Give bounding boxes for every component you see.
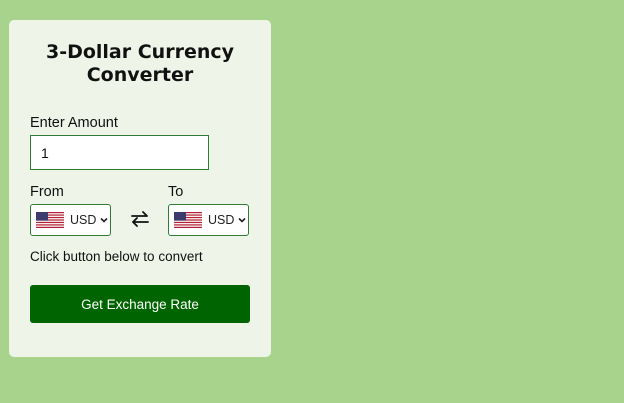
to-label: To (168, 184, 184, 200)
from-currency-code: USD (70, 213, 97, 227)
from-currency-select[interactable]: USD (30, 204, 111, 236)
us-flag-icon (36, 212, 64, 228)
converter-card: 3-Dollar Currency Converter Enter Amount… (9, 20, 271, 357)
to-currency-select[interactable]: USD (168, 204, 249, 236)
amount-input[interactable] (30, 135, 209, 170)
from-label: From (30, 184, 64, 200)
us-flag-icon (174, 212, 202, 228)
chevron-down-icon (238, 217, 246, 223)
swap-arrows-icon[interactable] (130, 209, 150, 229)
chevron-down-icon (100, 217, 108, 223)
page-title: 3-Dollar Currency Converter (45, 41, 235, 86)
get-exchange-rate-button[interactable]: Get Exchange Rate (30, 285, 250, 323)
to-currency-code: USD (208, 213, 235, 227)
convert-hint: Click button below to convert (30, 249, 203, 264)
amount-label: Enter Amount (30, 115, 118, 131)
